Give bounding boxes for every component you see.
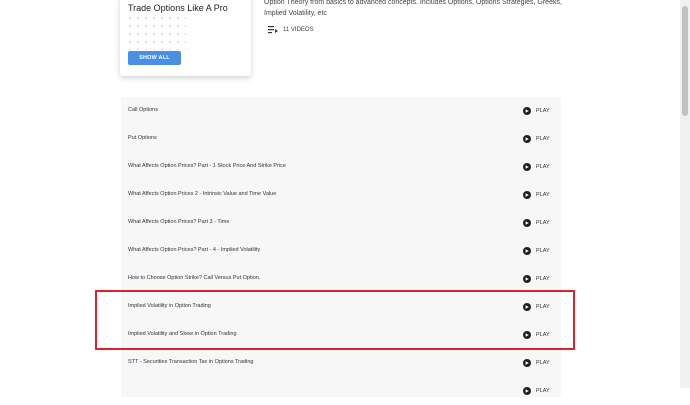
play-icon: [523, 135, 531, 143]
play-button[interactable]: PLAY: [523, 107, 550, 115]
video-row[interactable]: What Affects Option Prices 2 - Intrinsic…: [121, 181, 561, 209]
play-icon: [523, 163, 531, 171]
video-title: What Affects Option Prices 2 - Intrinsic…: [128, 191, 277, 197]
play-label: PLAY: [536, 192, 550, 198]
play-label: PLAY: [536, 108, 550, 114]
video-row[interactable]: What Affects Option Prices? Part - 4 - I…: [121, 237, 561, 265]
show-all-button[interactable]: SHOW ALL: [128, 51, 181, 65]
play-button[interactable]: PLAY: [523, 163, 550, 171]
scrollbar-thumb[interactable]: [682, 6, 688, 116]
play-button[interactable]: PLAY: [523, 359, 550, 367]
play-label: PLAY: [536, 248, 550, 254]
video-row[interactable]: How to Choose Option Strike? Call Versus…: [121, 265, 561, 293]
play-label: PLAY: [536, 136, 550, 142]
video-title: What Affects Option Prices? Part - 1 Sto…: [128, 163, 286, 169]
play-icon: [523, 107, 531, 115]
video-title: STT - Securities Transaction Tax in Opti…: [128, 359, 254, 365]
video-row[interactable]: What Affects Option Prices? Part 3 - Tim…: [121, 209, 561, 237]
play-label: PLAY: [536, 164, 550, 170]
video-row[interactable]: PLAY: [121, 377, 561, 405]
play-button[interactable]: PLAY: [523, 191, 550, 199]
highlight-box: [95, 290, 575, 350]
play-icon: [523, 359, 531, 367]
course-description: Option Theory from basics to advanced co…: [264, 0, 562, 17]
course-card: Trade Options Like A Pro SHOW ALL: [120, 0, 251, 76]
page-scrollbar[interactable]: [680, 0, 690, 388]
video-row[interactable]: STT - Securities Transaction Tax in Opti…: [121, 349, 561, 377]
video-list: Call Options PLAY Put Options PLAY What …: [121, 97, 561, 397]
card-dot-pattern: [126, 14, 186, 50]
play-icon: [523, 191, 531, 199]
video-title: What Affects Option Prices? Part 3 - Tim…: [128, 219, 230, 225]
play-icon: [523, 219, 531, 227]
video-row[interactable]: What Affects Option Prices? Part - 1 Sto…: [121, 153, 561, 181]
play-icon: [523, 247, 531, 255]
card-title: Trade Options Like A Pro: [128, 3, 228, 13]
play-button[interactable]: PLAY: [523, 275, 550, 283]
video-row[interactable]: Put Options PLAY: [121, 125, 561, 153]
video-title: How to Choose Option Strike? Call Versus…: [128, 275, 261, 281]
play-icon: [523, 387, 531, 395]
video-title: Call Options: [128, 107, 158, 113]
play-label: PLAY: [536, 276, 550, 282]
video-count: 11 VIDEOS: [268, 26, 314, 34]
video-row[interactable]: Call Options PLAY: [121, 97, 561, 125]
playlist-icon: [268, 26, 278, 34]
play-label: PLAY: [536, 360, 550, 366]
play-icon: [523, 275, 531, 283]
play-button[interactable]: PLAY: [523, 387, 550, 395]
video-title: What Affects Option Prices? Part - 4 - I…: [128, 247, 261, 253]
play-button[interactable]: PLAY: [523, 135, 550, 143]
play-label: PLAY: [536, 388, 550, 394]
play-button[interactable]: PLAY: [523, 247, 550, 255]
video-title: Put Options: [128, 135, 157, 141]
play-label: PLAY: [536, 220, 550, 226]
play-button[interactable]: PLAY: [523, 219, 550, 227]
video-count-label: 11 VIDEOS: [283, 27, 314, 33]
